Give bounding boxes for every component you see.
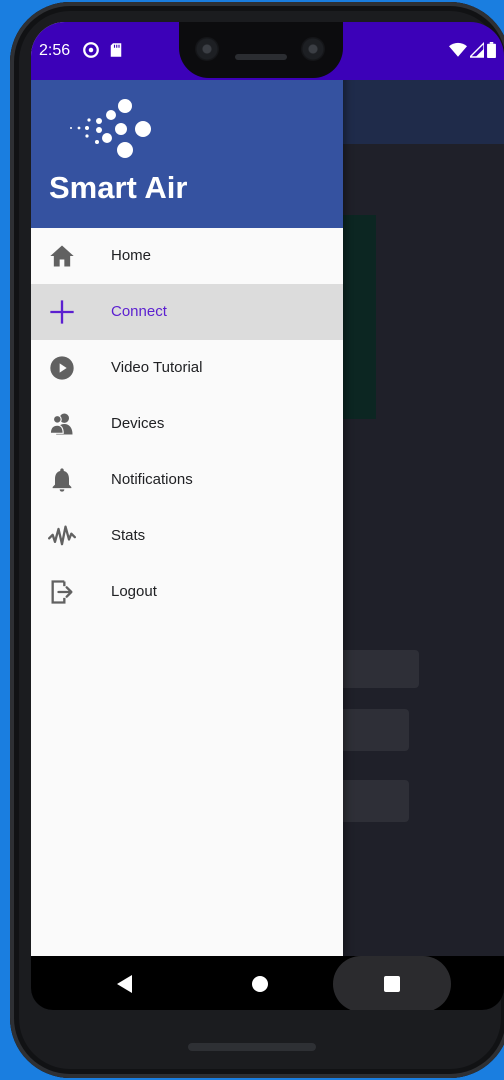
menu-item-video-tutorial[interactable]: Video Tutorial: [31, 340, 343, 396]
menu-item-label: Video Tutorial: [111, 359, 203, 376]
menu-item-stats[interactable]: Stats: [31, 508, 343, 564]
play-circle-icon: [50, 356, 74, 380]
bell-icon: [52, 468, 72, 492]
activity-icon: [48, 525, 76, 546]
menu-item-label: Connect: [111, 303, 167, 320]
drawer-header: Smart Air: [31, 80, 343, 228]
app-title: Smart Air: [49, 170, 188, 205]
status-right-icons: [449, 42, 496, 58]
menu-item-connect[interactable]: Connect: [31, 284, 343, 340]
menu-item-label: Stats: [111, 527, 146, 544]
drawer-menu: Home Connect Video Tutorial Devices Noti…: [31, 228, 343, 620]
menu-item-label: Notifications: [111, 471, 193, 488]
at-sign-icon: [83, 42, 99, 58]
status-time: 2:56: [39, 42, 71, 59]
sd-card-icon: [110, 43, 122, 57]
front-camera-secondary: [301, 37, 325, 61]
menu-item-devices[interactable]: Devices: [31, 396, 343, 452]
system-nav-bar: [31, 956, 504, 1010]
menu-item-label: Logout: [111, 583, 157, 600]
smart-air-logo-icon: [70, 99, 151, 158]
menu-item-home[interactable]: Home: [31, 228, 343, 284]
wifi-icon: [449, 42, 467, 57]
menu-item-label: Home: [111, 247, 152, 264]
front-camera: [195, 37, 219, 61]
navigation-drawer: Smart Air Home Connect Video Tutorial De…: [31, 22, 343, 956]
users-icon: [49, 413, 73, 435]
menu-item-logout[interactable]: Logout: [31, 564, 343, 620]
nav-home-button[interactable]: [252, 976, 268, 992]
home-icon: [50, 245, 74, 267]
menu-item-label: Devices: [111, 415, 165, 432]
battery-icon: [487, 42, 496, 58]
menu-item-notifications[interactable]: Notifications: [31, 452, 343, 508]
nav-recents-button[interactable]: [384, 976, 400, 992]
cell-signal-icon: [470, 42, 484, 58]
device-screen: Smart Air Home Connect Video Tutorial De…: [31, 22, 504, 1010]
earpiece-speaker: [235, 54, 287, 60]
logout-icon: [51, 580, 73, 604]
bottom-speaker-slot: [188, 1043, 316, 1051]
display-notch: [179, 22, 343, 78]
plus-icon: [50, 300, 74, 324]
nav-back-button[interactable]: [117, 975, 132, 993]
